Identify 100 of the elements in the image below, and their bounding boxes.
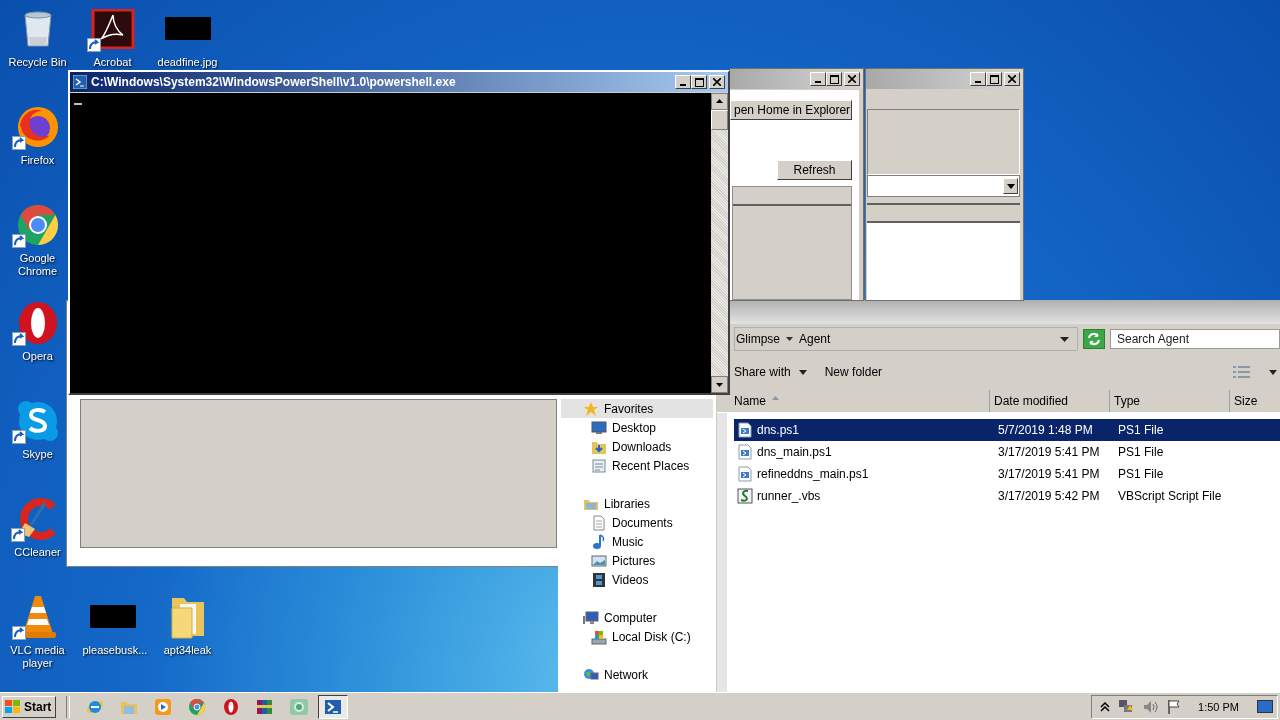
script-file-icon	[737, 422, 753, 438]
table-cell-text: 3/17/2019 5:42 PM	[997, 489, 1101, 503]
table-cell-text: 3/17/2019 5:41 PM	[997, 445, 1101, 459]
start-button[interactable]: Start	[2, 695, 57, 718]
minimize-icon	[975, 81, 981, 83]
maximize-button[interactable]	[691, 75, 707, 89]
icon-label[interactable]: CCleaner	[14, 546, 61, 559]
play-icon	[154, 697, 173, 716]
computer-icon	[583, 609, 599, 626]
column-header[interactable]: Name	[730, 390, 990, 412]
window-title: C:\Windows\System32\WindowsPowerShell\v1.0\powershell.exe	[91, 75, 456, 89]
icon-label[interactable]: Acrobat	[93, 56, 132, 69]
image-thumbnail-icon[interactable]	[89, 605, 136, 629]
open-home-button[interactable]: pen Home in Explorer	[730, 100, 852, 120]
maximize-icon	[829, 74, 839, 84]
icon-label[interactable]: Google Chrome	[7, 252, 68, 278]
script-file-icon	[737, 444, 753, 460]
powershell-icon	[73, 75, 87, 89]
table-cell: runner_.vbs	[734, 488, 994, 504]
firefox-icon[interactable]	[15, 105, 60, 149]
breadcrumb-arrow-icon[interactable]	[786, 336, 793, 342]
table-cell-text: 5/7/2019 1:48 PM	[997, 423, 1094, 437]
chevron-up-icon[interactable]	[1100, 701, 1111, 712]
network-icon[interactable]	[1118, 698, 1135, 715]
search-field[interactable]: Search Agent	[1110, 329, 1280, 349]
table-cell-text: PS1 File	[1117, 467, 1165, 481]
file-row[interactable]: dns_main.ps1 3/17/2019 5:41 PM PS1 File	[734, 441, 1280, 463]
scroll-up-icon[interactable]	[711, 93, 728, 110]
column-header[interactable]: Type	[1110, 390, 1230, 412]
nav-item[interactable]: Desktop	[558, 418, 717, 437]
scroll-bar[interactable]	[711, 93, 728, 393]
dropdown-field[interactable]	[867, 175, 1020, 197]
icon-label[interactable]: Firefox	[20, 154, 55, 167]
caret-icon[interactable]	[1269, 369, 1277, 375]
archive-icon	[256, 697, 275, 716]
refresh-button[interactable]: Refresh	[777, 160, 852, 180]
minimize-button[interactable]	[675, 75, 691, 89]
column-header[interactable]: Size	[1230, 390, 1280, 412]
picture-icon	[591, 552, 607, 569]
dropdown-arrow-icon[interactable]	[1060, 336, 1069, 342]
star-icon	[583, 400, 599, 417]
nav-item[interactable]: Local Disk (C:)	[558, 627, 717, 646]
network-icon	[583, 666, 599, 683]
nav-item[interactable]: Favorites	[561, 399, 714, 418]
monitor-icon	[591, 419, 607, 436]
file-row[interactable]: refineddns_main.ps1 3/17/2019 5:41 PM PS1 File	[734, 463, 1280, 485]
taskbar-button[interactable]	[318, 694, 349, 719]
text-cursor	[74, 103, 82, 105]
icon-label[interactable]: Skype	[22, 448, 53, 461]
opera-icon	[222, 697, 241, 716]
refresh-button[interactable]	[1083, 329, 1105, 349]
scroll-file-icon	[737, 488, 753, 504]
acrobat-icon[interactable]	[90, 9, 135, 49]
nav-item[interactable]: Documents	[558, 513, 717, 532]
film-strip-icon	[591, 571, 607, 588]
close-icon	[1008, 75, 1016, 83]
disk-drive-icon	[591, 628, 607, 645]
table-cell-text: PS1 File	[1117, 423, 1165, 437]
icon-label[interactable]: Recycle Bin	[8, 56, 67, 69]
icon-label[interactable]: apt34leak	[163, 644, 212, 657]
address-bar[interactable]: Glimpse Agent	[734, 327, 1078, 351]
app-icon	[290, 697, 309, 716]
nav-item[interactable]: Computer	[561, 608, 714, 627]
skype-icon[interactable]	[15, 399, 60, 443]
nav-item[interactable]: Music	[558, 532, 717, 551]
scroll-down-icon[interactable]	[711, 376, 728, 393]
icon-label[interactable]: deadfine.jpg	[157, 56, 218, 69]
table-cell: dns.ps1	[734, 422, 994, 438]
nav-item[interactable]: Recent Places	[558, 456, 717, 475]
minimize-icon	[680, 84, 686, 86]
file-row[interactable]: runner_.vbs 3/17/2019 5:42 PM VBScript Script File	[734, 485, 1280, 507]
toolbar-button[interactable]: New folder	[820, 363, 887, 381]
image-thumbnail-icon[interactable]	[164, 17, 211, 41]
nav-item[interactable]: Libraries	[561, 494, 714, 513]
chrome-icon[interactable]	[15, 203, 60, 247]
nav-item[interactable]: Network	[561, 665, 714, 684]
flag-icon[interactable]	[1166, 698, 1183, 715]
table-cell-text: VBScript Script File	[1117, 489, 1223, 503]
maximize-icon	[989, 74, 999, 84]
scroll-thumb[interactable]	[711, 110, 728, 130]
dropdown-arrow-icon	[1006, 183, 1015, 189]
breadcrumb-item[interactable]: Glimpse	[736, 332, 780, 346]
icon-label[interactable]: Opera	[22, 350, 53, 363]
close-button[interactable]	[709, 75, 725, 89]
breadcrumb-item[interactable]: Agent	[799, 332, 831, 346]
icon-label[interactable]: VLC media player	[7, 644, 68, 670]
refresh-icon	[1087, 332, 1101, 346]
show-desktop-icon[interactable]	[1257, 699, 1273, 714]
chrome-icon	[188, 697, 207, 716]
toolbar-button[interactable]: Share with	[730, 363, 811, 381]
close-icon	[848, 75, 856, 83]
nav-item[interactable]: Downloads	[558, 437, 717, 456]
table-cell-text: 3/17/2019 5:41 PM	[997, 467, 1101, 481]
minimize-icon	[815, 81, 821, 83]
clock[interactable]: 1:50 PM	[1198, 700, 1239, 713]
column-header[interactable]: Date modified	[990, 390, 1110, 412]
file-row[interactable]: dns.ps1 5/7/2019 1:48 PM PS1 File	[734, 419, 1280, 441]
nav-item[interactable]: Pictures	[558, 551, 717, 570]
nav-item[interactable]: Videos	[558, 570, 717, 589]
table-cell: refineddns_main.ps1	[734, 466, 994, 482]
